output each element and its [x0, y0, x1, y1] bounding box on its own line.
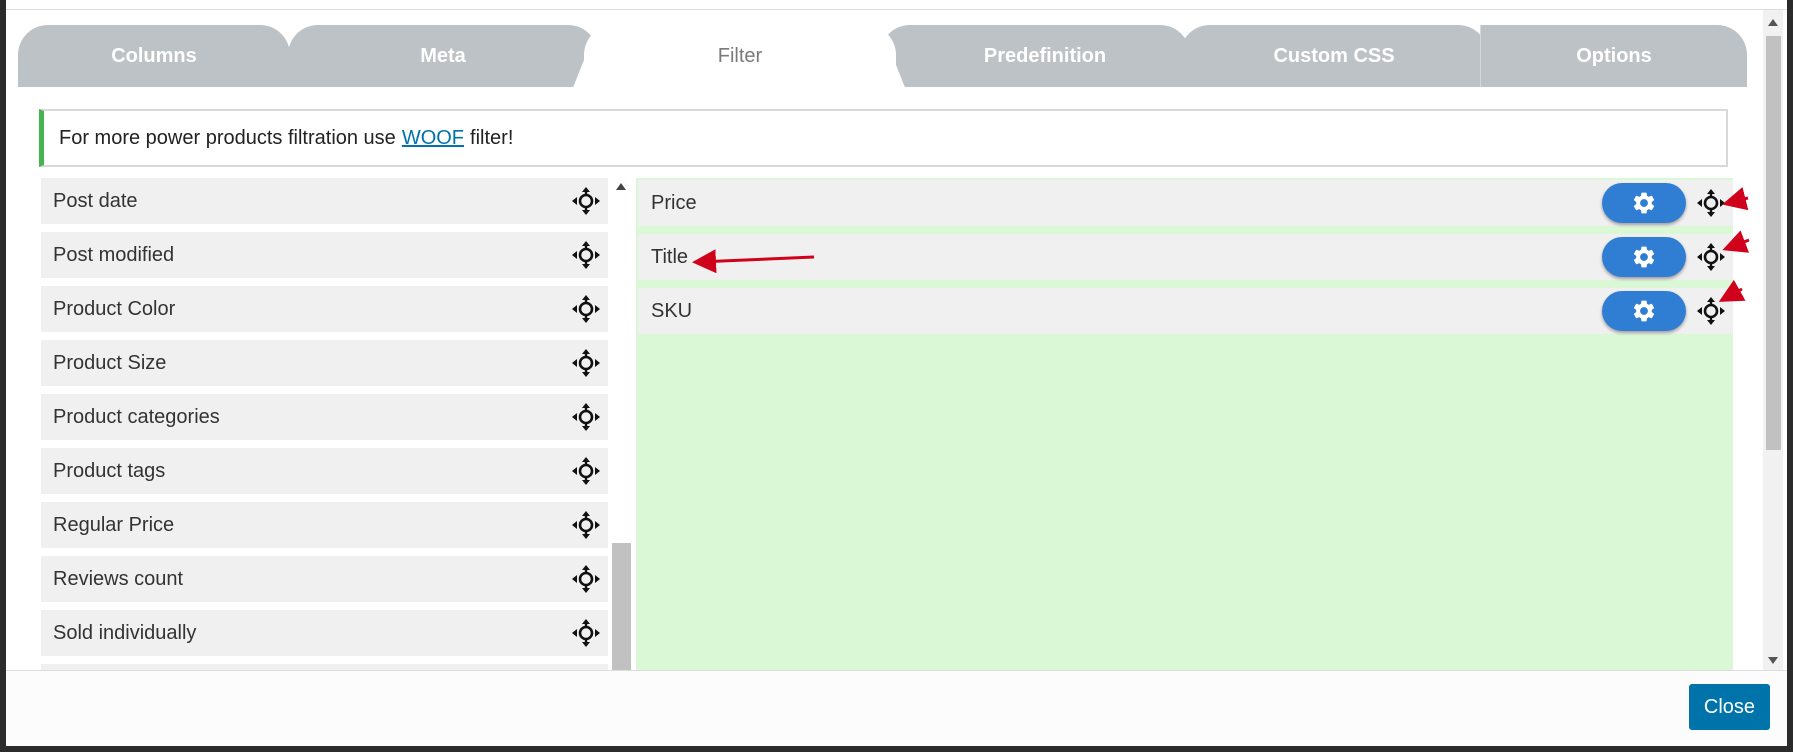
field-label: Regular Price: [53, 513, 175, 536]
move-arrows-icon[interactable]: [570, 563, 602, 595]
field-settings-button[interactable]: [1602, 291, 1686, 331]
tab-columns[interactable]: Columns: [18, 25, 290, 87]
move-arrows-icon[interactable]: [570, 509, 602, 541]
modal-footer: Close: [6, 670, 1787, 746]
move-arrows-icon[interactable]: [570, 239, 602, 271]
scrollbar-thumb[interactable]: [612, 543, 631, 670]
field-label: Post modified: [53, 243, 175, 266]
field-label: SKU: [651, 299, 693, 322]
move-arrows-icon[interactable]: [1695, 187, 1727, 219]
gear-icon: [1631, 298, 1657, 324]
tab-meta[interactable]: Meta: [288, 25, 598, 87]
scroll-up-arrow-icon[interactable]: [616, 183, 626, 190]
field-settings-button[interactable]: [1602, 183, 1686, 223]
close-button[interactable]: Close: [1689, 684, 1770, 730]
available-field-item[interactable]: Product Size: [41, 340, 608, 386]
available-field-item[interactable]: Product categories: [41, 394, 608, 440]
gear-icon: [1631, 190, 1657, 216]
field-label: Sold individually: [53, 621, 197, 644]
modal-content: Columns Meta Predefinition Custom CSS Op…: [6, 10, 1763, 670]
field-label: Post date: [53, 189, 138, 212]
woof-link[interactable]: WOOF: [402, 127, 464, 150]
field-label: Product categories: [53, 405, 220, 428]
available-field-item[interactable]: Post date: [41, 178, 608, 224]
move-arrows-icon[interactable]: [1695, 295, 1727, 327]
move-arrows-icon[interactable]: [570, 347, 602, 379]
field-label: Product Size: [53, 351, 167, 374]
available-fields-scrollbar[interactable]: [610, 178, 632, 670]
modal-scrollbar-thumb[interactable]: [1766, 36, 1781, 450]
move-arrows-icon[interactable]: [1695, 241, 1727, 273]
available-fields-list: Post date Post modified Product Color Produ…: [41, 178, 611, 670]
move-arrows-icon[interactable]: [570, 185, 602, 217]
available-field-item[interactable]: Sold individually: [41, 610, 608, 656]
notice-text-after: filter!: [470, 126, 514, 149]
field-label: Price: [651, 191, 697, 214]
field-label: Product tags: [53, 459, 166, 482]
tab-filter[interactable]: Filter: [584, 25, 896, 87]
move-arrows-icon[interactable]: [570, 401, 602, 433]
selected-field-item[interactable]: SKU: [638, 288, 1733, 334]
modal-scrollbar[interactable]: [1763, 10, 1783, 670]
scroll-down-arrow-icon[interactable]: [1768, 657, 1778, 664]
move-arrows-icon[interactable]: [570, 455, 602, 487]
field-settings-button[interactable]: [1602, 237, 1686, 277]
tab-custom-css[interactable]: Custom CSS: [1180, 25, 1488, 87]
available-field-item[interactable]: Product tags: [41, 448, 608, 494]
field-label: Title: [651, 245, 689, 268]
field-label: Reviews count: [53, 567, 184, 590]
available-field-item[interactable]: Post modified: [41, 232, 608, 278]
selected-fields-dropzone[interactable]: Price Title SKU: [636, 178, 1733, 670]
available-field-item[interactable]: Reviews count: [41, 556, 608, 602]
scroll-up-arrow-icon[interactable]: [1768, 19, 1778, 26]
move-arrows-icon[interactable]: [570, 293, 602, 325]
available-field-item[interactable]: Regular Price: [41, 502, 608, 548]
modal-top-border: [6, 0, 1787, 10]
available-field-item[interactable]: Product Color: [41, 286, 608, 332]
modal-dialog: Columns Meta Predefinition Custom CSS Op…: [6, 0, 1787, 746]
tab-bar: Columns Meta Predefinition Custom CSS Op…: [18, 25, 1747, 87]
field-label: Product Color: [53, 297, 176, 320]
selected-field-item[interactable]: Price: [638, 180, 1733, 226]
selected-field-item[interactable]: Title: [638, 234, 1733, 280]
notice-text-before: For more power products filtration use: [59, 126, 396, 149]
move-arrows-icon[interactable]: [570, 617, 602, 649]
tab-predefinition[interactable]: Predefinition: [880, 25, 1190, 87]
tab-options[interactable]: Options: [1480, 25, 1747, 87]
woof-notice: For more power products filtration use W…: [39, 109, 1728, 167]
gear-icon: [1631, 244, 1657, 270]
